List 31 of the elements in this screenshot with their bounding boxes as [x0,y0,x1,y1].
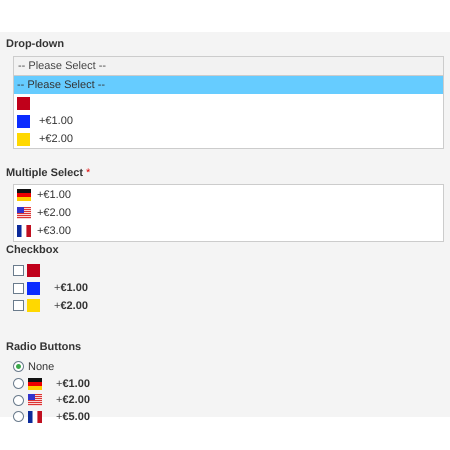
section-title: Multiple Select [6,167,84,179]
section-title: Checkbox [6,244,59,256]
us-flag-icon [28,394,42,406]
us-flag-icon [17,207,31,219]
checkbox[interactable] [13,265,24,276]
list-option[interactable]: +€3.00 [14,222,443,240]
radio-button[interactable] [13,361,24,372]
multi-select-list[interactable]: +€1.00 +€2.00 +€3.00 [13,184,444,242]
radio-button[interactable] [13,378,24,390]
dropdown-option[interactable]: +€2.00 [14,130,443,148]
dropdown-option[interactable]: +€1.00 [14,112,443,130]
list-option[interactable]: +€2.00 [14,204,443,222]
select-field[interactable]: -- Please Select -- [14,57,443,76]
section-title: Radio Buttons [6,340,82,352]
option-label: None [28,360,54,373]
price-label: +€2.00 [56,394,90,406]
dropdown-option[interactable]: -- Please Select -- [14,76,443,94]
required-mark: * [86,167,90,179]
price-label: +€5.00 [56,410,90,423]
french-flag-icon [17,225,31,237]
price-label: +€1.00 [56,378,90,390]
price-label: +€1.00 [54,282,88,294]
radio-button[interactable] [13,394,24,406]
checkbox[interactable] [13,282,24,294]
price-label: +€2.00 [54,300,88,312]
section-title: Drop-down [6,38,64,50]
list-option[interactable]: +€1.00 [14,186,443,204]
checkbox[interactable] [13,300,24,312]
german-flag-icon [17,189,31,201]
german-flag-icon [28,378,42,390]
radio-button[interactable] [13,411,24,422]
